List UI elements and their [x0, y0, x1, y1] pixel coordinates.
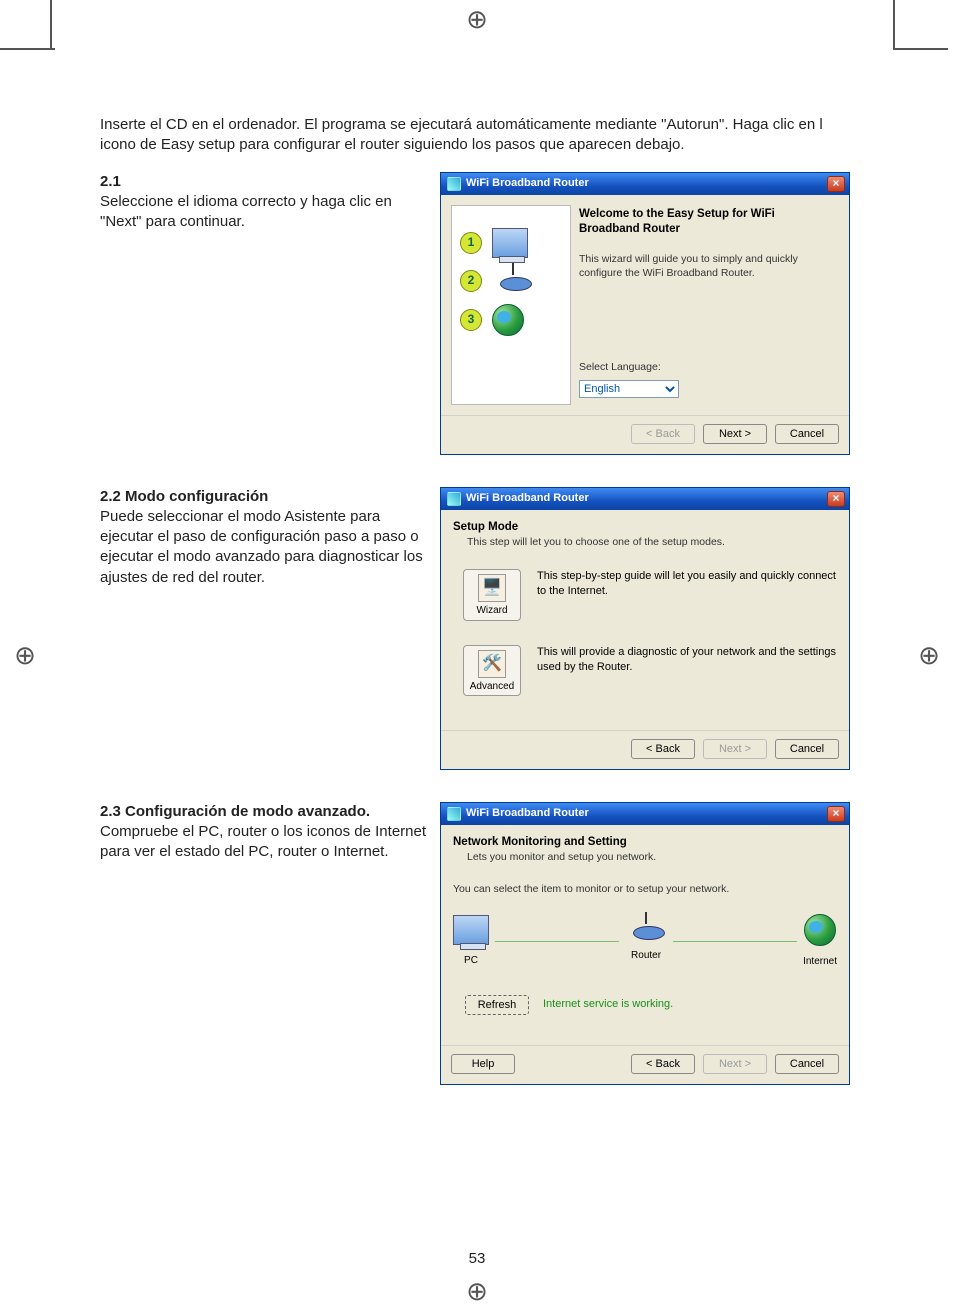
back-button[interactable]: < Back	[631, 1054, 695, 1074]
close-button[interactable]: ×	[827, 806, 845, 822]
router-icon	[492, 271, 534, 291]
registration-mark-icon: ⊕	[464, 6, 490, 32]
step-badge: 2	[460, 270, 482, 292]
section-heading: 2.2 Modo configuración	[100, 488, 268, 505]
crop-mark	[893, 48, 948, 50]
page-number: 53	[469, 1250, 486, 1267]
connection-line-icon	[495, 941, 619, 942]
next-button[interactable]: Next >	[703, 424, 767, 444]
dialog-instruction: You can select the item to monitor or to…	[453, 882, 837, 896]
globe-icon[interactable]	[804, 914, 836, 946]
app-icon	[447, 492, 461, 506]
advanced-mode-button[interactable]: 🛠️ Advanced	[463, 645, 521, 697]
dialog-heading: Setup Mode	[453, 520, 837, 536]
wizard-mode-button[interactable]: 🖥️ Wizard	[463, 569, 521, 621]
wizard-description: This step-by-step guide will let you eas…	[537, 569, 837, 599]
router-icon[interactable]	[625, 920, 667, 940]
window-title: WiFi Broadband Router	[466, 806, 827, 821]
tools-icon: 🛠️	[478, 650, 506, 678]
dialog-intro-text: This wizard will guide you to simply and…	[579, 252, 837, 280]
globe-icon	[492, 304, 524, 336]
cancel-button[interactable]: Cancel	[775, 739, 839, 759]
section-2-1: 2.1 Seleccione el idioma correcto y haga…	[100, 172, 854, 459]
step-badge: 1	[460, 232, 482, 254]
registration-mark-icon: ⊕	[916, 642, 942, 668]
advanced-label: Advanced	[470, 681, 514, 692]
pc-label: PC	[453, 954, 489, 968]
section-body: Puede seleccionar el modo Asistente para…	[100, 508, 423, 586]
registration-mark-icon: ⊕	[12, 642, 38, 668]
router-label: Router	[625, 949, 667, 963]
crop-mark	[893, 0, 895, 50]
pc-icon[interactable]	[453, 915, 489, 945]
dialog-subheading: This step will let you to choose one of …	[467, 535, 837, 549]
registration-mark-icon: ⊕	[464, 1278, 490, 1304]
section-heading: 2.3 Configuración de modo avanzado.	[100, 803, 370, 820]
back-button: < Back	[631, 424, 695, 444]
connection-line-icon	[673, 941, 797, 942]
close-button[interactable]: ×	[827, 176, 845, 192]
dialog-network-monitoring: WiFi Broadband Router × Network Monitori…	[440, 802, 850, 1085]
app-icon	[447, 177, 461, 191]
back-button[interactable]: < Back	[631, 739, 695, 759]
close-button[interactable]: ×	[827, 491, 845, 507]
wizard-label: Wizard	[476, 605, 507, 616]
pc-icon	[492, 228, 528, 258]
language-select[interactable]: English	[579, 380, 679, 398]
next-button: Next >	[703, 1054, 767, 1074]
section-2-2: 2.2 Modo configuración Puede seleccionar…	[100, 487, 854, 774]
dialog-heading: Network Monitoring and Setting	[453, 835, 837, 851]
help-button[interactable]: Help	[451, 1054, 515, 1074]
section-body: Compruebe el PC, router o los iconos de …	[100, 823, 426, 860]
section-2-3: 2.3 Configuración de modo avanzado. Comp…	[100, 802, 854, 1089]
dialog-setup-mode: WiFi Broadband Router × Setup Mode This …	[440, 487, 850, 770]
next-button: Next >	[703, 739, 767, 759]
advanced-description: This will provide a diagnostic of your n…	[537, 645, 837, 675]
crop-mark	[0, 48, 55, 50]
window-title: WiFi Broadband Router	[466, 176, 827, 191]
app-icon	[447, 807, 461, 821]
cancel-button[interactable]: Cancel	[775, 424, 839, 444]
step-badge: 3	[460, 309, 482, 331]
dialog-subheading: Lets you monitor and setup you network.	[467, 850, 837, 864]
intro-text: Inserte el CD en el ordenador. El progra…	[100, 115, 854, 156]
dialog-welcome: WiFi Broadband Router × 1 2 3 Welcome to…	[440, 172, 850, 455]
select-language-label: Select Language:	[579, 360, 837, 374]
window-title: WiFi Broadband Router	[466, 491, 827, 506]
section-body: Seleccione el idioma correcto y haga cli…	[100, 193, 392, 230]
wizard-icon: 🖥️	[478, 574, 506, 602]
refresh-button[interactable]: Refresh	[465, 995, 529, 1015]
cancel-button[interactable]: Cancel	[775, 1054, 839, 1074]
dialog-heading: Welcome to the Easy Setup for WiFi Broad…	[579, 207, 837, 238]
status-text: Internet service is working.	[543, 997, 673, 1012]
crop-mark	[50, 0, 52, 50]
section-heading: 2.1	[100, 173, 121, 190]
internet-label: Internet	[803, 955, 837, 969]
